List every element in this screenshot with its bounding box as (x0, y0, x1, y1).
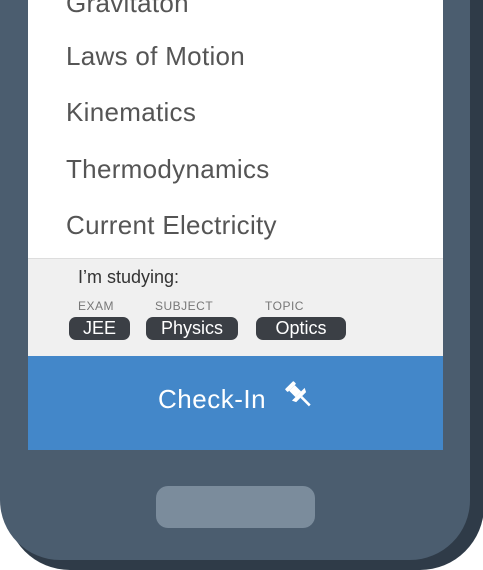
phone-screen: Gravitaton Laws of Motion Kinematics The… (28, 0, 443, 450)
topic-item-kinematics[interactable]: Kinematics (66, 97, 196, 128)
subject-label: SUBJECT (155, 299, 214, 313)
check-in-label: Check-In (158, 384, 267, 414)
check-in-button[interactable]: Check-In (28, 356, 443, 450)
topic-item-thermodynamics[interactable]: Thermodynamics (66, 154, 270, 185)
topic-list: Gravitaton Laws of Motion Kinematics The… (28, 0, 443, 258)
home-button[interactable] (156, 486, 315, 528)
studying-panel: I’m studying: EXAM JEE SUBJECT Physics T… (28, 258, 443, 357)
studying-heading: I’m studying: (78, 267, 180, 287)
subject-chip[interactable]: Physics (146, 317, 238, 340)
topic-chip[interactable]: Optics (256, 317, 346, 340)
topic-item-current-electricity[interactable]: Current Electricity (66, 210, 277, 241)
topic-label: TOPIC (265, 299, 304, 313)
topic-item-laws-of-motion[interactable]: Laws of Motion (66, 41, 245, 72)
phone-frame: Gravitaton Laws of Motion Kinematics The… (0, 0, 470, 560)
pin-icon (285, 381, 311, 407)
exam-chip[interactable]: JEE (69, 317, 130, 340)
topic-item-gravitation[interactable]: Gravitaton (66, 0, 189, 19)
exam-label: EXAM (78, 299, 115, 313)
